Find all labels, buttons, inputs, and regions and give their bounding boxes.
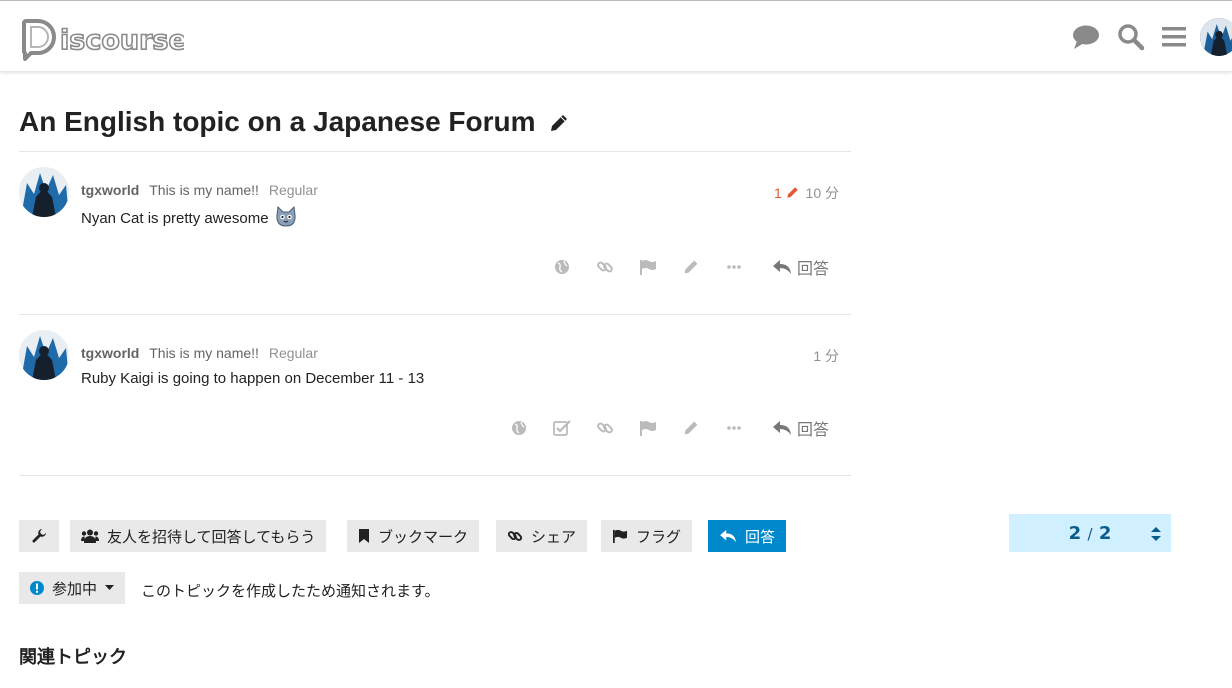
site-logo[interactable]: iscourse: [22, 13, 188, 61]
current-user-avatar[interactable]: [1200, 18, 1232, 56]
link-icon[interactable]: [584, 413, 627, 443]
more-options-icon[interactable]: [713, 252, 756, 282]
edit-icon[interactable]: [670, 252, 713, 282]
flag-button[interactable]: フラグ: [601, 520, 693, 552]
related-topics-heading: 関連トピック: [19, 647, 127, 668]
notification-reason: このトピックを作成したため通知されます。: [141, 582, 440, 600]
reply-label: 回答: [796, 259, 829, 278]
cat-emoji-icon: [276, 205, 296, 227]
post-1: tgxworld This is my name!! Regular 1 10 …: [19, 167, 851, 307]
post-text: Nyan Cat is pretty awesome: [81, 210, 269, 227]
users-icon: [81, 529, 99, 543]
post-meta: tgxworld This is my name!! Regular: [81, 345, 318, 361]
reply-arrow-icon: [772, 421, 791, 435]
flag-label: フラグ: [636, 527, 682, 546]
post-meta: tgxworld This is my name!! Regular: [81, 182, 318, 198]
flag-icon: [613, 529, 627, 543]
post-content: Ruby Kaigi is going to happen on Decembe…: [81, 370, 424, 387]
title-divider: [19, 151, 851, 152]
flag-icon[interactable]: [627, 252, 670, 282]
post-date-info: 1 分: [813, 346, 839, 366]
post-actions: 回答: [541, 252, 829, 282]
link-icon[interactable]: [584, 252, 627, 282]
post-username[interactable]: tgxworld: [81, 345, 139, 361]
svg-text:iscourse: iscourse: [60, 25, 184, 56]
post-date[interactable]: 1 分: [813, 348, 839, 364]
bookmark-label: ブックマーク: [378, 527, 469, 546]
edit-history[interactable]: 1: [774, 185, 803, 201]
link-icon: [507, 531, 523, 541]
reply-button-label: 回答: [745, 527, 776, 546]
admin-wrench-button[interactable]: [19, 520, 59, 552]
globe-icon[interactable]: [498, 413, 541, 443]
post-date-info: 1 10 分: [774, 183, 839, 203]
share-button[interactable]: シェア: [496, 520, 588, 552]
progress-counter: 2 / 2: [1009, 523, 1171, 544]
more-options-icon[interactable]: [713, 413, 756, 443]
posts-end-divider: [19, 475, 851, 476]
post-reply-button[interactable]: 回答: [772, 255, 829, 279]
edit-title-pencil-icon[interactable]: [549, 108, 569, 140]
post-user-title: This is my name!!: [149, 345, 259, 361]
edit-icon[interactable]: [670, 413, 713, 443]
post-user-title: This is my name!!: [149, 182, 259, 198]
site-header: iscourse: [0, 0, 1232, 71]
invite-button[interactable]: 友人を招待して回答してもらう: [70, 520, 327, 552]
progress-total: 2: [1098, 523, 1112, 544]
share-label: シェア: [531, 527, 577, 546]
notification-level-button[interactable]: 参加中: [19, 572, 126, 604]
post-actions: 回答: [498, 413, 829, 443]
edit-count: 1: [773, 185, 782, 201]
caret-down-icon: [105, 585, 115, 590]
flag-icon[interactable]: [627, 413, 670, 443]
post-divider: [19, 314, 851, 315]
bookmark-button[interactable]: ブックマーク: [347, 520, 480, 552]
post-2: tgxworld This is my name!! Regular 1 分 R…: [19, 330, 851, 470]
topic-title-text: An English topic on a Japanese Forum: [19, 106, 536, 137]
topic-reply-button[interactable]: 回答: [708, 520, 787, 552]
reply-arrow-icon: [772, 260, 791, 274]
progress-current: 2: [1068, 523, 1082, 544]
post-text: Ruby Kaigi is going to happen on Decembe…: [81, 370, 425, 387]
bookmark-icon: [359, 529, 369, 543]
post-user-group: Regular: [268, 182, 318, 198]
globe-icon[interactable]: [541, 252, 584, 282]
expand-arrows-icon: [1151, 527, 1161, 541]
post-username[interactable]: tgxworld: [81, 182, 139, 198]
post-content: Nyan Cat is pretty awesome: [81, 205, 297, 228]
post-date[interactable]: 10 分: [806, 185, 839, 201]
post-avatar[interactable]: [19, 167, 69, 217]
topic-progress[interactable]: 2 / 2: [1009, 514, 1171, 552]
post-reply-button[interactable]: 回答: [772, 416, 829, 440]
topic-title: An English topic on a Japanese Forum: [19, 106, 569, 140]
exclamation-circle-icon: [30, 581, 44, 595]
hamburger-menu-icon[interactable]: [1160, 23, 1188, 51]
invite-label: 友人を招待して回答してもらう: [107, 527, 316, 546]
notification-level-label: 参加中: [52, 579, 98, 598]
reply-arrow-icon: [720, 529, 736, 543]
search-icon[interactable]: [1117, 23, 1145, 51]
edit-pencil-icon: [786, 187, 798, 198]
progress-separator: /: [1087, 525, 1093, 543]
post-avatar[interactable]: [19, 330, 69, 380]
wrench-icon: [32, 529, 46, 543]
post-user-group: Regular: [268, 345, 318, 361]
chat-icon[interactable]: [1072, 23, 1100, 51]
reply-label: 回答: [796, 420, 829, 439]
check-box-icon[interactable]: [541, 413, 584, 443]
